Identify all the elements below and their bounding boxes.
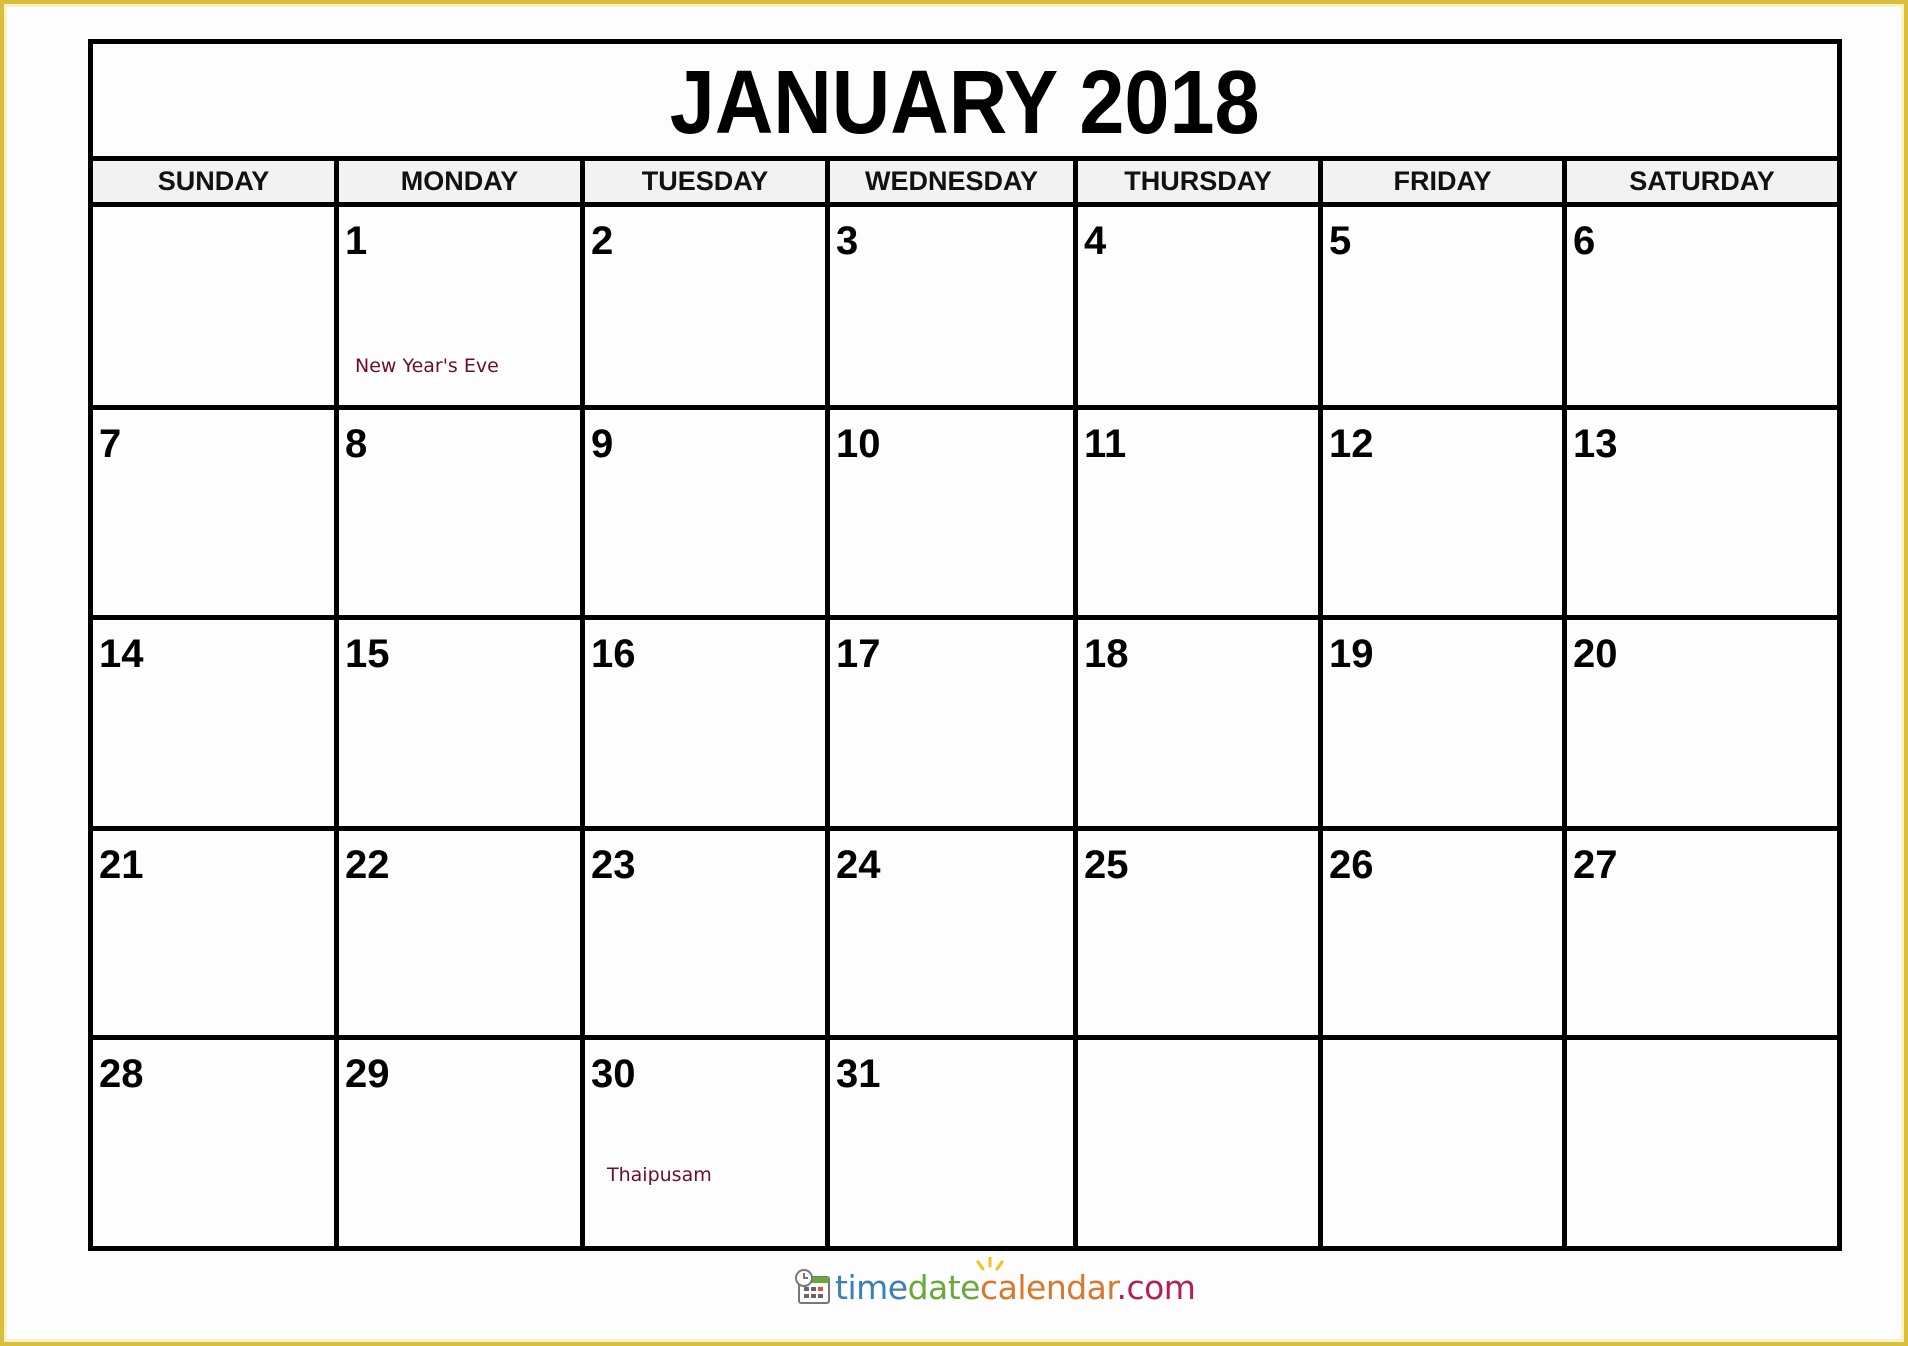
logo-text-part: date — [907, 1267, 981, 1307]
day-cell[interactable]: 17 — [830, 620, 1073, 826]
day-cell[interactable]: 2 — [585, 207, 825, 405]
day-cell[interactable]: 7 — [93, 410, 334, 615]
day-cell[interactable]: 14 — [93, 620, 334, 826]
day-cell[interactable]: 19 — [1323, 620, 1562, 826]
weekday-header: WEDNESDAY — [864, 166, 1039, 196]
day-cell[interactable] — [93, 207, 334, 405]
day-number: 31 — [836, 1052, 881, 1096]
day-cell[interactable]: 15 — [339, 620, 580, 826]
day-number: 5 — [1329, 219, 1352, 263]
day-cell[interactable]: 5 — [1323, 207, 1562, 405]
weekday-header: FRIDAY — [1393, 166, 1492, 196]
day-number: 3 — [836, 219, 859, 263]
day-cell[interactable]: 30 Thaipusam — [585, 1040, 825, 1244]
day-number: 15 — [345, 632, 390, 676]
day-number: 24 — [836, 843, 881, 887]
day-number: 22 — [345, 843, 390, 887]
weekday-header: TUESDAY — [641, 166, 769, 196]
day-cell[interactable]: 29 — [339, 1040, 580, 1244]
weekday-header: SATURDAY — [1629, 166, 1775, 196]
day-cell[interactable]: 27 — [1567, 831, 1837, 1035]
calendar-clock-icon — [795, 1269, 830, 1304]
day-number: 18 — [1084, 632, 1129, 676]
day-number: 26 — [1329, 843, 1374, 887]
day-number: 30 — [591, 1052, 636, 1096]
day-cell[interactable] — [1323, 1040, 1562, 1244]
day-cell[interactable]: 6 — [1567, 207, 1837, 405]
holiday-label: Thaipusam — [607, 1164, 712, 1186]
day-cell[interactable]: 9 — [585, 410, 825, 615]
holiday-label: New Year's Eve — [355, 355, 499, 377]
day-number: 19 — [1329, 632, 1374, 676]
day-number: 21 — [99, 843, 144, 887]
day-number: 10 — [836, 422, 881, 466]
day-number: 11 — [1084, 422, 1127, 466]
day-cell[interactable]: 23 — [585, 831, 825, 1035]
day-cell[interactable]: 11 — [1078, 410, 1318, 615]
day-cell[interactable]: 28 — [93, 1040, 334, 1244]
day-cell[interactable]: 18 — [1078, 620, 1318, 826]
day-number: 12 — [1329, 422, 1374, 466]
logo-text-part: time — [835, 1267, 908, 1307]
day-number: 27 — [1573, 843, 1618, 887]
day-number: 8 — [345, 422, 368, 466]
day-number: 29 — [345, 1052, 390, 1096]
day-cell[interactable]: 10 — [830, 410, 1073, 615]
day-number: 6 — [1573, 219, 1596, 263]
day-number: 25 — [1084, 843, 1129, 887]
weekday-header-row: SUNDAY MONDAY TUESDAY WEDNESDAY THURSDAY FRID… — [93, 161, 1837, 207]
site-logo[interactable]: timedatecalendar.com — [795, 1256, 1196, 1307]
day-cell[interactable] — [1078, 1040, 1318, 1244]
day-cell[interactable]: 8 — [339, 410, 580, 615]
logo-text-part: calendar — [979, 1267, 1117, 1307]
calendar-grid: JANUARY 2018 SUNDAY MONDAY TUESDAY WEDNESDA… — [88, 39, 1842, 1251]
day-number: 7 — [99, 422, 122, 466]
day-cell[interactable]: 26 — [1323, 831, 1562, 1035]
day-cell[interactable]: 12 — [1323, 410, 1562, 615]
day-cell[interactable]: 25 — [1078, 831, 1318, 1035]
day-number: 23 — [591, 843, 636, 887]
day-cell[interactable]: 16 — [585, 620, 825, 826]
sun-rays-icon — [976, 1256, 1004, 1270]
day-cell[interactable] — [1567, 1040, 1837, 1244]
day-cell[interactable]: 22 — [339, 831, 580, 1035]
logo-text-part: .com — [1116, 1267, 1196, 1307]
day-number: 13 — [1573, 422, 1618, 466]
weekday-header: SUNDAY — [157, 166, 270, 196]
day-number: 9 — [591, 422, 614, 466]
day-number: 16 — [591, 632, 636, 676]
day-number: 28 — [99, 1052, 144, 1096]
day-number: 2 — [591, 219, 614, 263]
calendar-title: JANUARY 2018 — [670, 53, 1260, 153]
day-number: 4 — [1084, 219, 1107, 263]
day-cell[interactable]: 13 — [1567, 410, 1837, 615]
day-cell[interactable]: 21 — [93, 831, 334, 1035]
day-cell[interactable]: 1 New Year's Eve — [339, 207, 580, 405]
day-cell[interactable]: 31 — [830, 1040, 1073, 1244]
day-number: 17 — [836, 632, 881, 676]
weekday-header: THURSDAY — [1124, 166, 1272, 196]
day-number: 14 — [99, 632, 144, 676]
logo-text: timedatecalendar.com — [835, 1256, 1196, 1307]
weekday-header: MONDAY — [400, 166, 519, 196]
day-cell[interactable]: 4 — [1078, 207, 1318, 405]
day-cell[interactable]: 3 — [830, 207, 1073, 405]
day-cell[interactable]: 24 — [830, 831, 1073, 1035]
day-number: 20 — [1573, 632, 1618, 676]
title-row: JANUARY 2018 — [93, 44, 1837, 161]
day-cell[interactable]: 20 — [1567, 620, 1837, 826]
day-number: 1 — [345, 219, 368, 263]
